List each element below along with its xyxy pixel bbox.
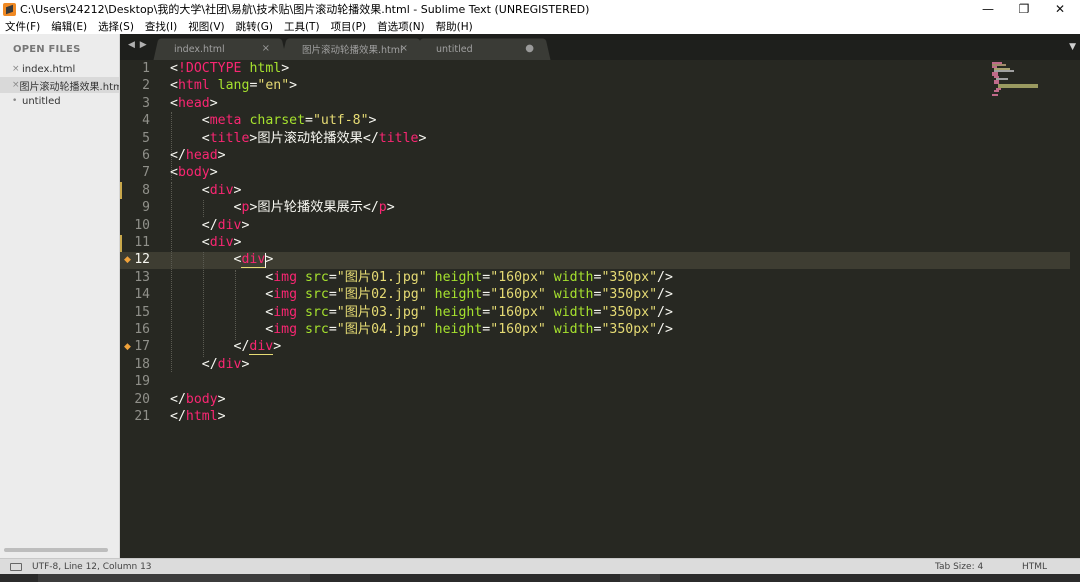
sidebar-scrollbar[interactable]	[4, 548, 108, 552]
window-title: C:\Users\24212\Desktop\我的大学\社团\易航\技术贴\图片…	[20, 3, 590, 16]
sidebar: OPEN FILES × index.html × 图片滚动轮播效果.html …	[0, 34, 120, 558]
line-number: 15	[134, 304, 150, 320]
sublime-app-icon	[3, 2, 16, 16]
tab-close-icon[interactable]: ×	[400, 43, 408, 54]
line-number: 7	[142, 165, 150, 181]
menu-bar: 文件(F) 编辑(E) 选择(S) 查找(I) 视图(V) 跳转(G) 工具(T…	[0, 18, 1080, 34]
sidebar-file-label: 图片滚动轮播效果.html	[19, 81, 119, 93]
editor-scrollbar[interactable]	[1070, 60, 1080, 558]
menu-goto[interactable]: 跳转(G)	[236, 19, 273, 34]
line-number: 13	[134, 269, 150, 285]
restore-button[interactable]: ❐	[1006, 0, 1042, 18]
code-line-1: <!DOCTYPE html>	[170, 61, 290, 76]
line-number: 18	[134, 356, 150, 372]
code-line-4: <meta charset="utf-8">	[201, 113, 377, 129]
tab-bar: ◀ ▶ index.html × 图片滚动轮播效果.html × untitle…	[120, 34, 1080, 61]
code-line-13: <img src="图片01.jpg" height="160px" width…	[265, 269, 673, 285]
line-number: 4	[142, 113, 150, 129]
tab-untitled[interactable]: untitled ●	[415, 38, 551, 61]
code-line-21: </html>	[170, 409, 226, 424]
close-window-button[interactable]: ✕	[1042, 0, 1078, 18]
tab-close-icon[interactable]: ×	[262, 43, 270, 54]
code-line-17: </div>	[233, 339, 282, 356]
tab-carousel-html[interactable]: 图片滚动轮播效果.html ×	[281, 38, 425, 61]
tab-label: untitled	[436, 43, 473, 55]
code-line-8: <div>	[201, 182, 242, 198]
line-number: 9	[142, 200, 150, 216]
tab-label: index.html	[174, 43, 225, 55]
code-line-9: <p>图片轮播效果展示</p>	[233, 200, 395, 216]
sidebar-file-label: index.html	[22, 63, 76, 75]
text-cursor	[265, 253, 266, 268]
minimize-button[interactable]: —	[970, 0, 1006, 18]
tab-dropdown-icon[interactable]: ▼	[1069, 42, 1076, 52]
close-file-icon[interactable]: ×	[12, 64, 22, 74]
code-line-20: </body>	[170, 391, 226, 407]
bookmark-icon: ◆	[124, 255, 131, 265]
bookmark-icon: ◆	[124, 342, 131, 352]
code-line-2: <html lang="en">	[170, 78, 298, 94]
code-line-12: <div>	[233, 252, 274, 269]
code-line-6: </head>	[170, 148, 226, 163]
menu-preferences[interactable]: 首选项(N)	[377, 19, 425, 34]
code-line-5: <title>图片滚动轮播效果</title>	[201, 130, 427, 146]
line-number: 20	[134, 391, 150, 407]
tab-index-html[interactable]: index.html ×	[153, 38, 287, 61]
tab-label: 图片滚动轮播效果.html	[302, 45, 403, 56]
minimap[interactable]	[992, 60, 1068, 100]
line-number: 11	[134, 235, 150, 250]
menu-tools[interactable]: 工具(T)	[284, 19, 320, 34]
tab-nav-arrows-icon[interactable]: ◀ ▶	[128, 40, 148, 50]
close-file-icon[interactable]: ×	[12, 80, 20, 90]
line-number: 21	[134, 409, 150, 424]
sidebar-file-carousel[interactable]: × 图片滚动轮播效果.html	[0, 77, 119, 93]
status-tab-size[interactable]: Tab Size: 4	[935, 562, 983, 572]
code-line-16: <img src="图片04.jpg" height="160px" width…	[265, 322, 673, 337]
unsaved-dot-icon: •	[12, 96, 18, 106]
line-number: 3	[142, 95, 150, 111]
tab-unsaved-icon[interactable]: ●	[525, 43, 534, 54]
line-number-gutter: 1 2 3 4 5 6 7 8 9 10 11 12 13 14 15 16 1…	[120, 60, 158, 558]
modified-line-marker	[120, 182, 122, 199]
code-line-7: <body>	[170, 165, 218, 181]
code-line-18: </div>	[201, 356, 250, 372]
taskbar	[0, 574, 1080, 582]
status-syntax[interactable]: HTML	[1022, 562, 1047, 572]
sidebar-file-index[interactable]: × index.html	[0, 61, 119, 77]
menu-file[interactable]: 文件(F)	[5, 19, 40, 34]
code-line-11: <div>	[201, 235, 242, 250]
title-bar: C:\Users\24212\Desktop\我的大学\社团\易航\技术贴\图片…	[0, 0, 1080, 18]
line-number: 5	[142, 130, 150, 146]
menu-project[interactable]: 项目(P)	[331, 19, 367, 34]
line-number: 14	[134, 287, 150, 303]
menu-view[interactable]: 视图(V)	[188, 19, 224, 34]
menu-help[interactable]: 帮助(H)	[436, 19, 473, 34]
menu-find[interactable]: 查找(I)	[145, 19, 177, 34]
code-line-14: <img src="图片02.jpg" height="160px" width…	[265, 287, 673, 303]
sidebar-file-untitled[interactable]: • untitled	[0, 93, 119, 109]
line-number: 1	[142, 61, 150, 76]
modified-line-marker	[120, 235, 122, 252]
line-number: 8	[142, 182, 150, 198]
line-number: 2	[142, 78, 150, 94]
code-editor[interactable]: 1 2 3 4 5 6 7 8 9 10 11 12 13 14 15 16 1…	[120, 60, 1080, 558]
line-number: 6	[142, 148, 150, 163]
status-bar: UTF-8, Line 12, Column 13 Tab Size: 4 HT…	[0, 558, 1080, 574]
code-line-15: <img src="图片03.jpg" height="160px" width…	[265, 304, 673, 320]
menu-selection[interactable]: 选择(S)	[98, 19, 134, 34]
sidebar-file-label: untitled	[22, 95, 61, 107]
menu-edit[interactable]: 编辑(E)	[51, 19, 87, 34]
line-number: 10	[134, 217, 150, 233]
line-number: 16	[134, 322, 150, 337]
panel-toggle-icon[interactable]	[10, 562, 22, 571]
code-line-10: </div>	[201, 217, 250, 233]
open-files-header: OPEN FILES	[13, 44, 81, 55]
status-position: UTF-8, Line 12, Column 13	[32, 561, 152, 572]
code-line-3: <head>	[170, 95, 218, 111]
line-number: 19	[134, 374, 150, 390]
